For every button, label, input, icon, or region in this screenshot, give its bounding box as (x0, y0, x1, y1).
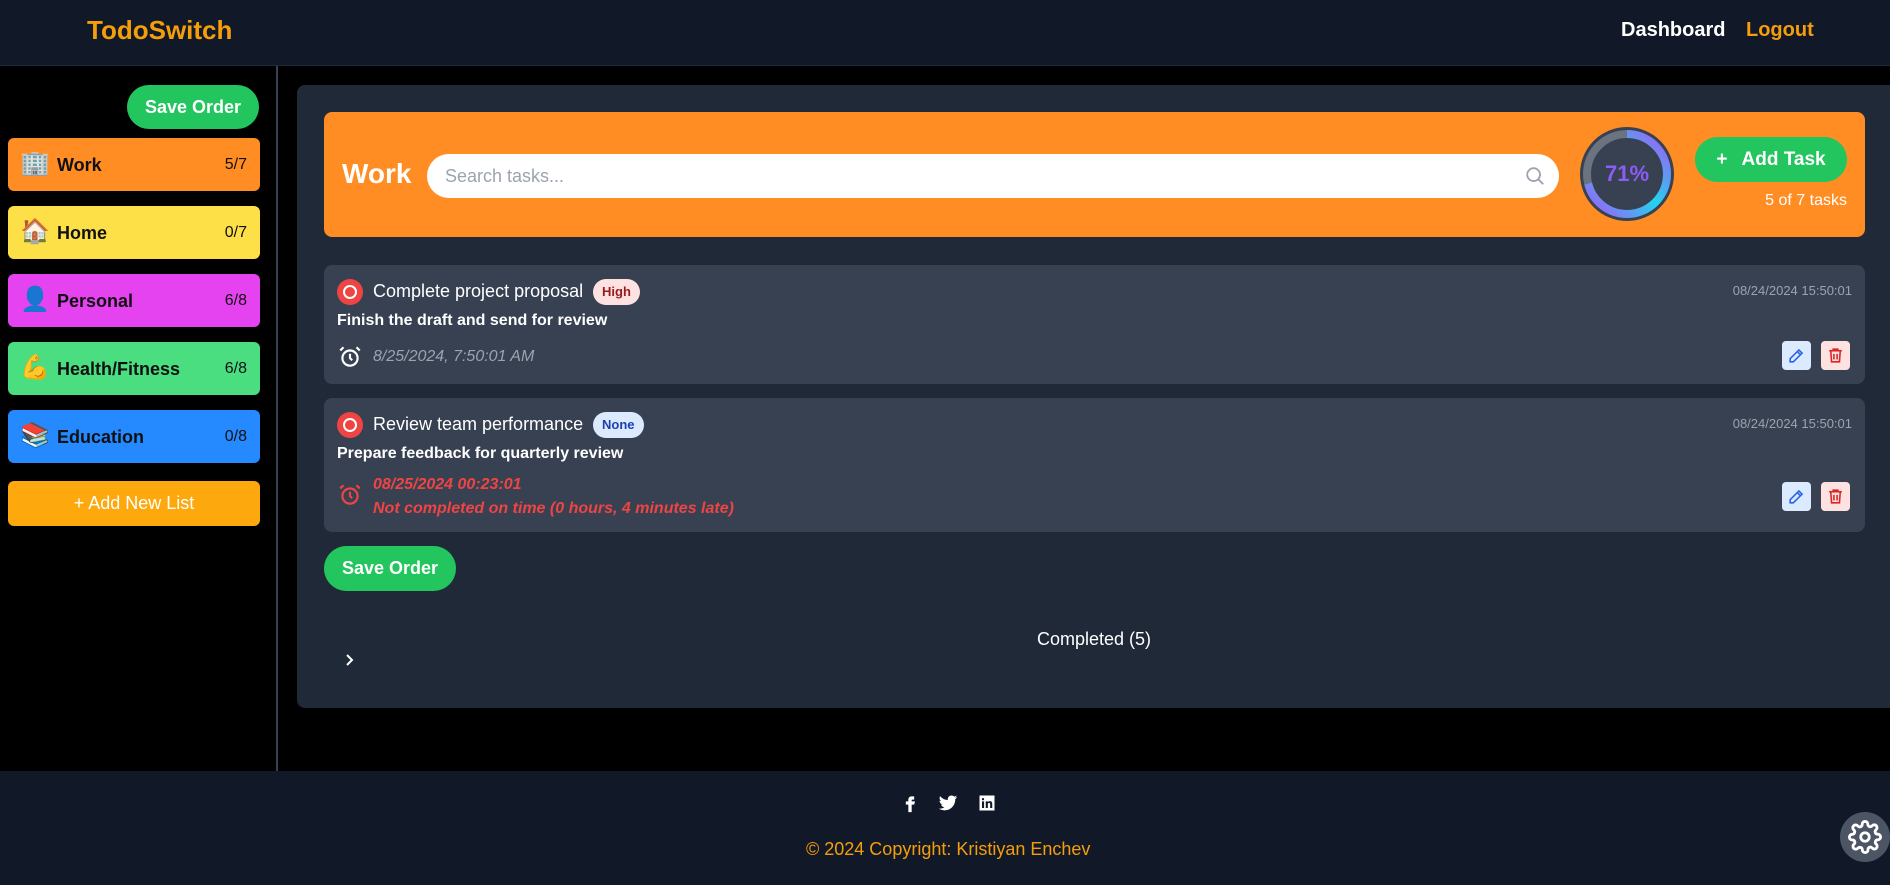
task-title: Review team performance (373, 414, 584, 434)
add-new-list-button[interactable]: + Add New List (8, 481, 260, 526)
tasks-count: 5 of 7 tasks (1765, 192, 1847, 209)
add-task-label: Add Task (1741, 149, 1826, 170)
delete-button[interactable] (1821, 482, 1850, 511)
gear-icon (1848, 820, 1882, 854)
list-title: Work (342, 158, 412, 189)
save-order-button[interactable]: Save Order (324, 546, 456, 591)
list-count: 0/7 (224, 224, 247, 241)
sidebar: Save Order 🏢 Work 5/7 🏠 Home 0/7 👤 Perso… (0, 66, 278, 771)
list-name: Personal (57, 291, 134, 311)
task-card[interactable]: Complete project proposal High 08/24/202… (324, 265, 1865, 384)
edit-icon (1789, 348, 1804, 363)
add-task-button[interactable]: + Add Task (1695, 137, 1847, 182)
edit-icon (1789, 489, 1804, 504)
list-name: Health/Fitness (57, 359, 181, 379)
task-description: Finish the draft and send for review (337, 312, 608, 329)
task-due-date: 08/25/2024 00:23:01 (373, 476, 522, 493)
sidebar-item-education[interactable]: 📚 Education 0/8 (8, 410, 260, 463)
twitter-icon[interactable] (938, 793, 958, 813)
sidebar-save-order-button[interactable]: Save Order (127, 85, 259, 129)
nav-dashboard-link[interactable]: Dashboard (1621, 19, 1725, 42)
copyright-text: © 2024 Copyright: Kristiyan Enchev (806, 839, 1091, 859)
task-card[interactable]: Review team performance None 08/24/2024 … (324, 398, 1865, 532)
list-count: 6/8 (224, 292, 247, 309)
nav-logout-link[interactable]: Logout (1746, 19, 1814, 42)
search-input[interactable] (427, 154, 1559, 198)
flexed-biceps-icon: 💪 (20, 354, 50, 381)
list-count: 6/8 (224, 360, 247, 377)
sidebar-item-personal[interactable]: 👤 Personal 6/8 (8, 274, 260, 327)
top-navbar: TodoSwitch Dashboard Logout (0, 0, 1890, 66)
complete-toggle[interactable] (337, 279, 363, 305)
edit-button[interactable] (1782, 482, 1811, 511)
list-count: 5/7 (224, 156, 247, 173)
list-name: Home (57, 223, 108, 243)
main-panel: Work 71% + Add Task 5 of 7 tasks (297, 85, 1890, 708)
priority-badge: High (593, 279, 640, 305)
progress-percent: 71% (1604, 161, 1650, 186)
sidebar-item-home[interactable]: 🏠 Home 0/7 (8, 206, 260, 259)
task-due-date: 8/25/2024, 7:50:01 AM (373, 348, 535, 365)
priority-badge: None (593, 412, 644, 438)
plus-icon: + (1716, 149, 1728, 170)
chevron-right-icon[interactable] (344, 653, 356, 667)
task-title: Complete project proposal (373, 281, 584, 301)
sidebar-item-work[interactable]: 🏢 Work 5/7 (8, 138, 260, 191)
settings-button[interactable] (1840, 812, 1890, 862)
completed-section-label[interactable]: Completed (5) (1037, 629, 1151, 650)
task-created-date: 08/24/2024 15:50:01 (1732, 283, 1852, 298)
sidebar-item-health-fitness[interactable]: 💪 Health/Fitness 6/8 (8, 342, 260, 395)
linkedin-icon[interactable] (977, 793, 997, 813)
task-created-date: 08/24/2024 15:50:01 (1732, 416, 1852, 431)
trash-icon (1829, 348, 1842, 363)
alarm-clock-icon (339, 346, 361, 367)
building-icon: 🏢 (20, 150, 50, 177)
facebook-icon[interactable] (900, 793, 920, 813)
delete-button[interactable] (1821, 341, 1850, 370)
books-icon: 📚 (20, 422, 50, 449)
edit-button[interactable] (1782, 341, 1811, 370)
alarm-clock-icon (339, 484, 361, 505)
trash-icon (1829, 489, 1842, 504)
list-name: Work (57, 155, 102, 175)
search-icon[interactable] (1524, 165, 1546, 187)
brand-logo[interactable]: TodoSwitch (87, 15, 232, 46)
list-count: 0/8 (224, 428, 247, 445)
late-warning: Not completed on time (0 hours, 4 minute… (373, 500, 734, 517)
list-header-card: Work 71% + Add Task 5 of 7 tasks (324, 112, 1865, 237)
footer: © 2024 Copyright: Kristiyan Enchev (0, 771, 1890, 885)
list-name: Education (57, 427, 145, 447)
task-description: Prepare feedback for quarterly review (337, 445, 624, 462)
person-icon: 👤 (20, 286, 50, 313)
house-icon: 🏠 (20, 218, 50, 245)
complete-toggle[interactable] (337, 412, 363, 438)
